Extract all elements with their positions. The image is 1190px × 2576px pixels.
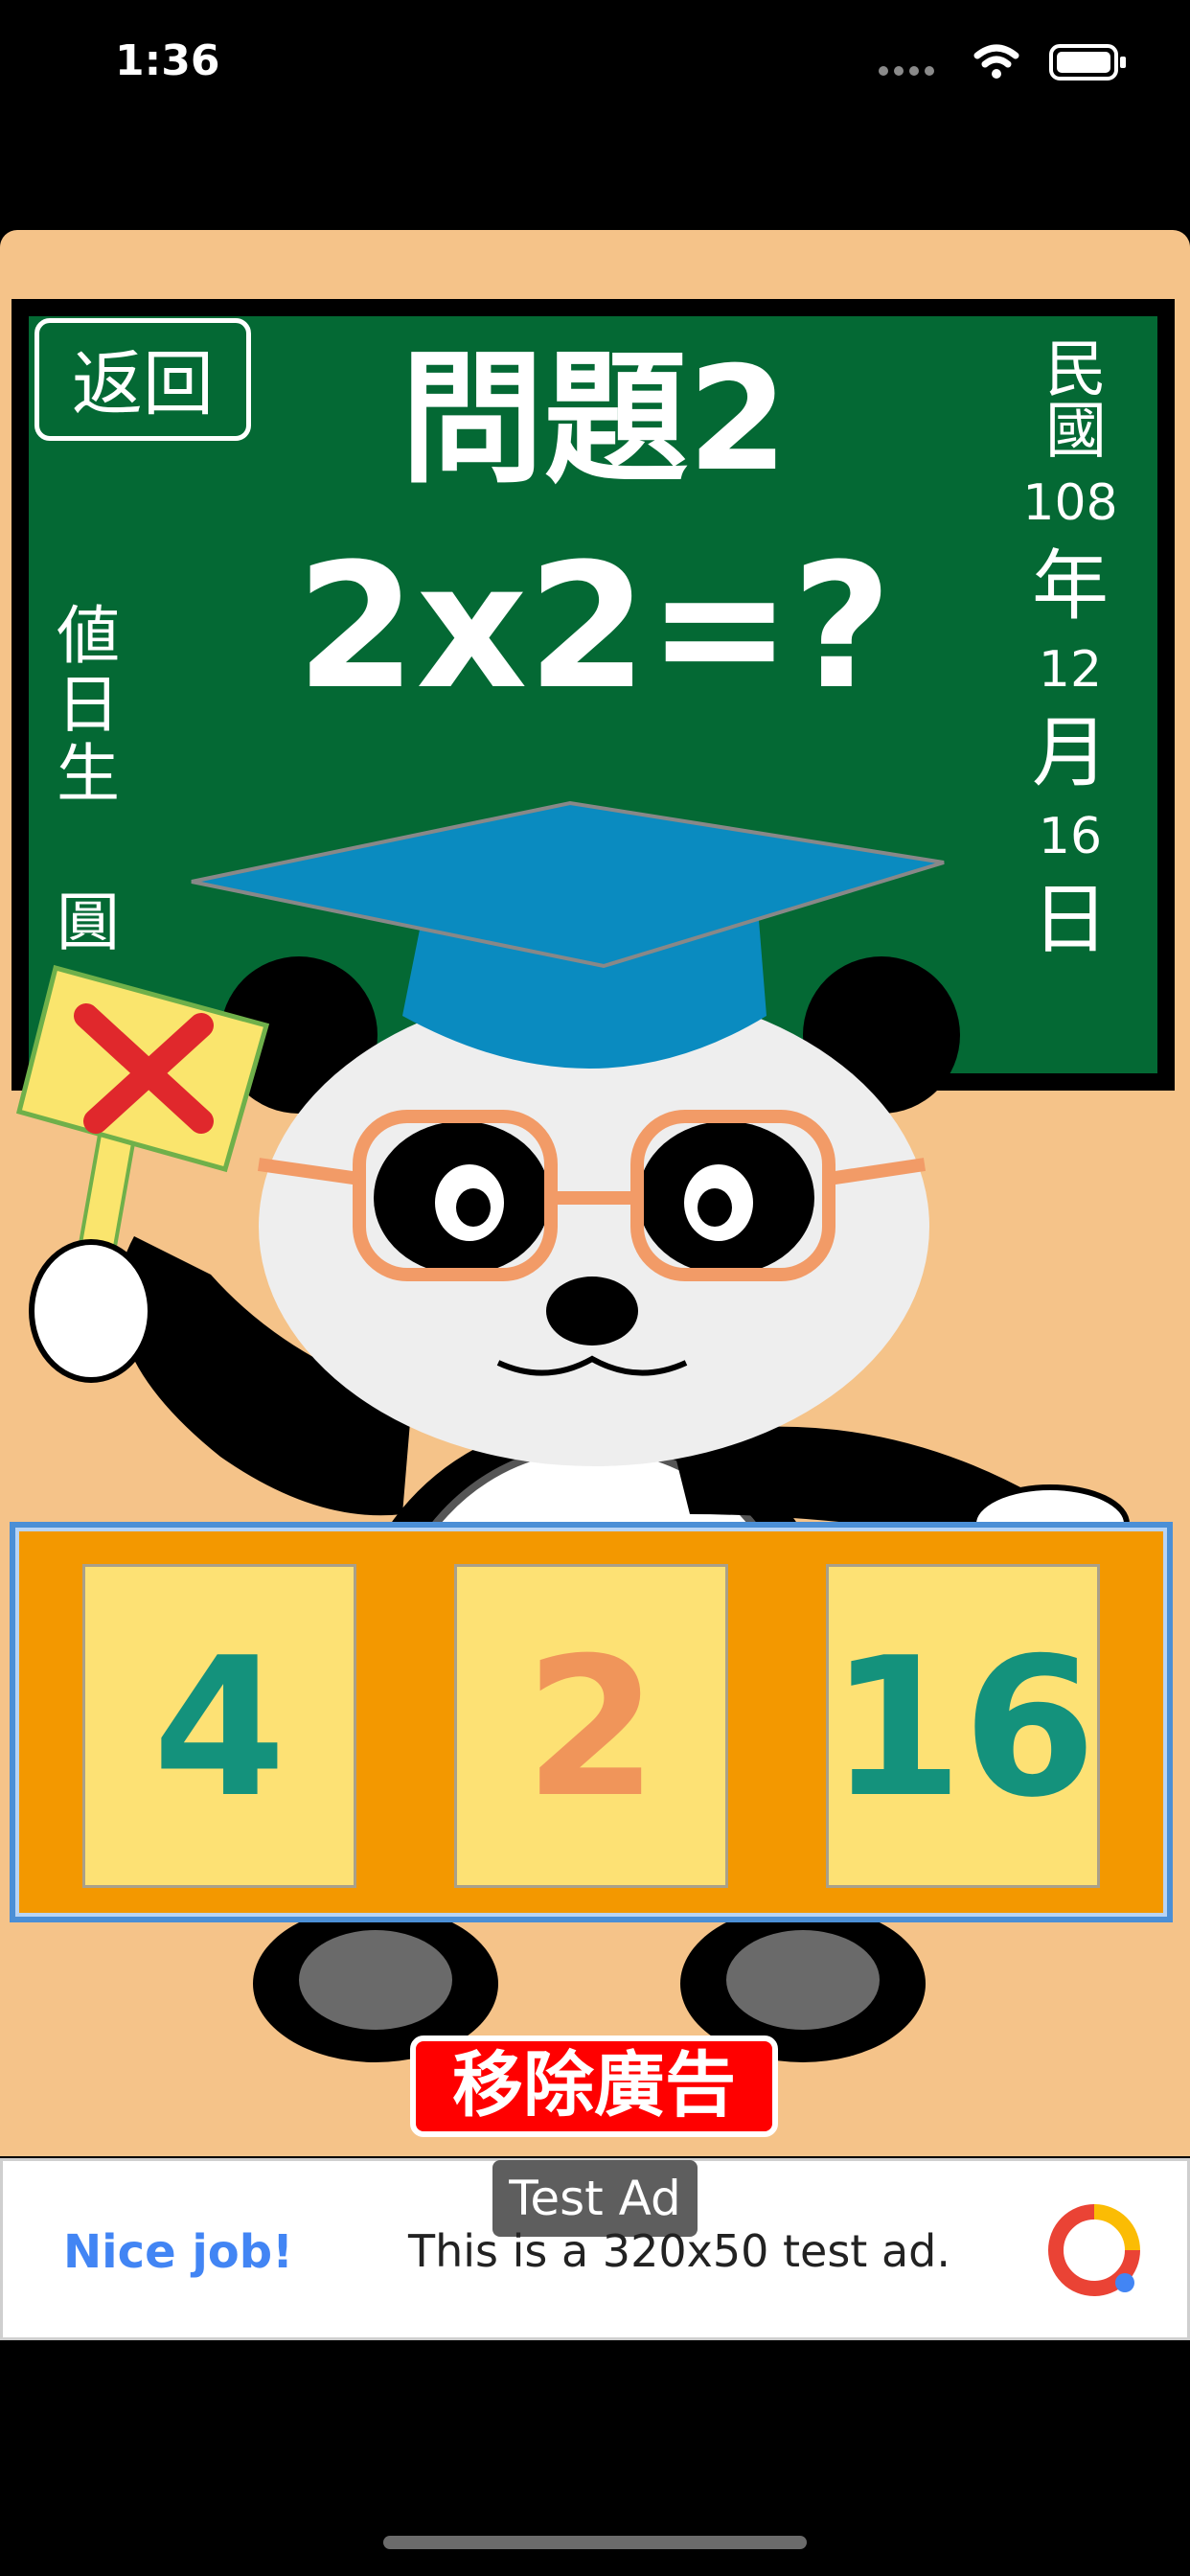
ad-cta-link[interactable]: Nice job! <box>63 2225 293 2279</box>
answer-card-2[interactable]: 2 <box>454 1564 728 1888</box>
admob-logo-icon <box>1048 2204 1140 2296</box>
answer-card-1[interactable]: 4 <box>82 1564 356 1888</box>
home-indicator[interactable] <box>383 2536 807 2549</box>
answer-value-3: 16 <box>829 1617 1097 1840</box>
remove-ads-button[interactable]: 移除廣告 <box>410 2036 778 2137</box>
answer-value-1: 4 <box>152 1617 286 1840</box>
panda-hand-left <box>29 1239 153 1383</box>
answer-value-2: 2 <box>524 1617 658 1840</box>
ad-text: This is a 320x50 test ad. <box>408 2225 950 2277</box>
answer-card-3[interactable]: 16 <box>826 1564 1100 1888</box>
